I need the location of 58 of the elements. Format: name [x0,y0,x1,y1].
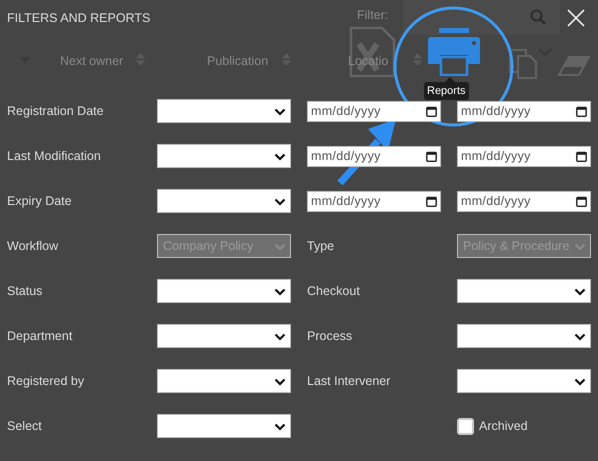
field-label: Registration Date [7,104,104,118]
field-label: Department [7,328,72,343]
field-label: Last Intervener [307,372,390,390]
chevron-icon [274,423,286,431]
calendar-icon [426,106,437,116]
field-label: Checkout [307,282,360,300]
field-label: Expiry Date [7,194,72,208]
date-field[interactable]: mm/dd/yyyy [457,190,591,212]
field-label: Registered by [7,374,84,388]
date-field[interactable]: mm/dd/yyyy [457,100,591,122]
field-label: Select [7,418,42,433]
field-label: Workflow [7,238,58,253]
search-icon [530,9,546,25]
chevron-icon [274,288,286,296]
tooltip: Reports [424,82,469,100]
date-field[interactable]: mm/dd/yyyy [307,190,441,212]
dropdown[interactable] [457,369,591,393]
chevron-icon [574,378,586,386]
date-field[interactable]: mm/dd/yyyy [457,146,591,166]
chevron-icon [274,108,286,116]
chevron-icon [574,288,586,296]
close-icon[interactable] [567,9,585,27]
dropdown[interactable] [157,279,291,303]
dropdown[interactable] [157,369,291,393]
dropdown[interactable] [157,324,291,348]
copy-icon [508,48,538,80]
field-label: Status [7,284,42,298]
dropdown[interactable] [157,144,291,168]
field-label: Last Modification [7,148,101,163]
calendar-icon [426,196,437,206]
chevron-icon [274,198,286,206]
checkbox[interactable] [457,418,474,434]
field-label: Process [307,328,352,345]
chevron-icon [274,333,286,341]
dropdown[interactable] [157,414,291,438]
dialog-title: FILTERS AND REPORTS [7,10,150,27]
dropdown[interactable] [157,99,291,123]
chevron-icon [274,243,286,251]
date-field[interactable]: mm/dd/yyyy [307,100,441,122]
printer-icon[interactable] [427,28,481,76]
dropdown[interactable] [457,324,591,348]
chevron-icon [274,378,286,386]
calendar-icon [576,150,587,162]
eraser-icon [557,55,591,77]
tooltip-pointer [445,77,455,82]
field-label: Type [307,238,334,255]
date-field[interactable]: mm/dd/yyyy [307,146,441,166]
chevron-icon [274,153,286,161]
checkbox-label: Archived [479,418,528,435]
dropdown[interactable] [457,279,591,303]
calendar-icon [576,196,587,206]
chevron-icon [574,333,586,341]
dropdown[interactable] [157,189,291,213]
excel-icon [349,26,396,78]
chevron-icon [574,243,586,251]
calendar-icon [576,106,587,116]
calendar-icon [426,150,437,162]
filter-label: Filter: [357,7,388,24]
